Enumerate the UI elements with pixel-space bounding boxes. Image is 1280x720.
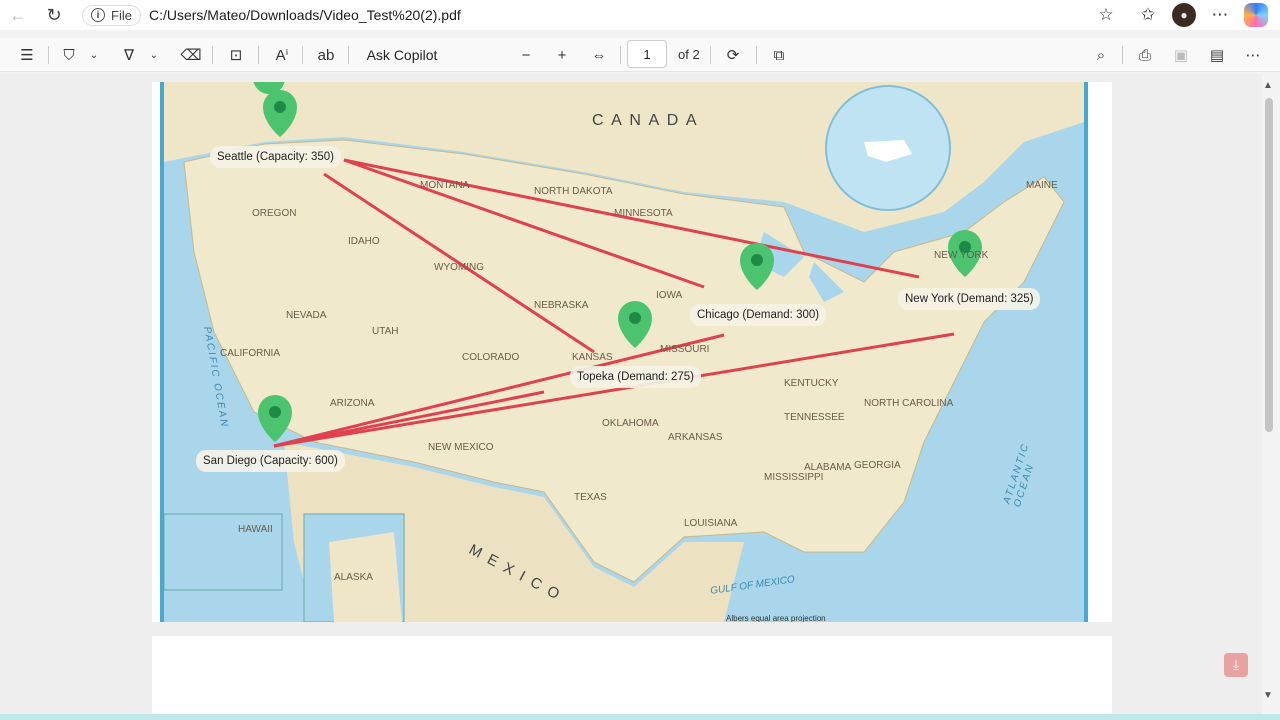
save-icon[interactable]: ▣ — [1168, 43, 1194, 67]
region-label: OREGON — [252, 208, 297, 219]
draw-icon[interactable]: ∇ — [116, 43, 142, 67]
highlight-icon[interactable]: ⛉ — [56, 43, 82, 67]
file-chip-label: File — [111, 7, 132, 23]
region-label: NEVADA — [286, 310, 327, 321]
region-label: NORTH CAROLINA — [864, 398, 954, 409]
region-label: NEW MEXICO — [428, 442, 494, 453]
us-map: C A N A D A M E X I C O NORTH DAKOTA MIN… — [160, 82, 1088, 622]
divider — [212, 46, 213, 64]
address-text[interactable]: C:/Users/Mateo/Downloads/Video_Test%20(2… — [149, 7, 461, 23]
san-diego-pin — [258, 395, 292, 442]
favorites-list-icon[interactable]: ✩ — [1134, 3, 1162, 27]
region-label: ARKANSAS — [668, 432, 723, 443]
region-label: ALABAMA — [804, 462, 852, 473]
region-label: WYOMING — [434, 262, 484, 273]
region-label: IDAHO — [348, 236, 380, 247]
region-label: HAWAII — [238, 524, 273, 535]
save-as-icon[interactable]: ▤ — [1204, 43, 1230, 67]
search-icon[interactable]: ⌕ — [1088, 43, 1114, 67]
rotate-icon[interactable]: ⟳ — [720, 43, 746, 67]
region-label: ALASKA — [334, 572, 373, 583]
chevron-down-icon[interactable]: ⌄ — [146, 43, 162, 67]
page-number-input[interactable]: 1 — [627, 40, 667, 68]
divider — [258, 46, 259, 64]
ask-copilot-button[interactable]: Ask Copilot — [362, 43, 442, 67]
zoom-out-icon[interactable]: − — [514, 43, 538, 67]
divider — [1122, 46, 1123, 64]
more-menu-icon[interactable]: ⋯ — [1206, 3, 1234, 27]
region-label: MISSOURI — [660, 344, 710, 355]
region-label: NEW YORK — [934, 250, 989, 261]
zoom-in-icon[interactable]: + — [550, 43, 574, 67]
region-label: MISSISSIPPI — [764, 472, 824, 483]
divider — [48, 46, 49, 64]
divider — [620, 46, 621, 64]
region-label: CALIFORNIA — [220, 348, 281, 359]
browser-titlebar: ← ↻ i File C:/Users/Mateo/Downloads/Vide… — [0, 0, 1280, 30]
region-label: MONTANA — [420, 180, 470, 191]
fit-width-icon[interactable]: ⇔ — [586, 43, 612, 67]
scroll-down-icon[interactable]: ▼ — [1263, 690, 1273, 701]
pin-center — [751, 254, 763, 266]
pin-center — [269, 406, 281, 418]
location-label-new-york: New York (Demand: 325) — [898, 288, 1041, 310]
profile-avatar[interactable]: ● — [1172, 3, 1196, 27]
contents-icon[interactable]: ☰ — [14, 43, 40, 67]
refresh-icon[interactable]: ↻ — [36, 0, 72, 30]
scrollbar-thumb[interactable] — [1265, 98, 1273, 432]
region-label: TENNESSEE — [784, 412, 845, 423]
region-label: COLORADO — [462, 352, 520, 363]
info-icon: i — [91, 8, 105, 22]
toolbar-more-icon[interactable]: ⋯ — [1240, 43, 1266, 67]
file-chip[interactable]: i File — [82, 4, 141, 26]
pdf-viewer[interactable]: C A N A D A M E X I C O NORTH DAKOTA MIN… — [0, 74, 1262, 716]
region-label: OKLAHOMA — [602, 418, 659, 429]
pdf-page-1: C A N A D A M E X I C O NORTH DAKOTA MIN… — [152, 82, 1112, 622]
address-bar[interactable]: i File C:/Users/Mateo/Downloads/Video_Te… — [82, 2, 1128, 28]
location-label-topeka: Topeka (Demand: 275) — [570, 366, 701, 388]
chevron-down-icon[interactable]: ⌄ — [86, 43, 102, 67]
region-label: NORTH DAKOTA — [534, 186, 613, 197]
divider — [348, 46, 349, 64]
translate-icon[interactable]: ab — [312, 43, 340, 67]
projection-note: Albers equal area projection — [726, 614, 826, 622]
region-label: GEORGIA — [854, 460, 901, 471]
region-label: TEXAS — [574, 492, 607, 503]
region-label: ARIZONA — [330, 398, 375, 409]
pin-center — [629, 312, 641, 324]
favorite-star-icon[interactable]: ☆ — [1092, 3, 1120, 27]
copilot-icon[interactable] — [1244, 3, 1268, 27]
region-label: IOWA — [656, 290, 683, 301]
page-view-icon[interactable]: ⧉ — [766, 43, 792, 67]
pin-center — [274, 101, 286, 113]
region-label: MINNESOTA — [614, 208, 673, 219]
region-label: LOUISIANA — [684, 518, 738, 529]
print-icon[interactable]: ⎙ — [1132, 43, 1158, 67]
region-label: MAINE — [1026, 180, 1058, 191]
country-label-canada: C A N A D A — [592, 112, 699, 129]
back-icon[interactable]: ← — [0, 0, 36, 30]
region-label: NEBRASKA — [534, 300, 589, 311]
scroll-up-icon[interactable]: ▲ — [1263, 80, 1273, 91]
read-aloud-icon[interactable]: Aⁱ — [268, 43, 296, 67]
page-total: of 2 — [678, 47, 700, 62]
region-label: KANSAS — [572, 352, 613, 363]
pdf-page-2 — [152, 636, 1112, 716]
location-label-san-diego: San Diego (Capacity: 600) — [196, 450, 345, 472]
pdf-icon[interactable]: ⤓ — [1224, 653, 1248, 677]
eraser-icon[interactable]: ⌫ — [178, 43, 204, 67]
region-label: KENTUCKY — [784, 378, 839, 389]
taskbar-strip — [0, 714, 1280, 720]
location-label-seattle: Seattle (Capacity: 350) — [210, 146, 341, 168]
location-label-chicago: Chicago (Demand: 300) — [690, 304, 827, 326]
ask-copilot-label: Ask Copilot — [366, 47, 438, 63]
divider — [710, 46, 711, 64]
divider — [756, 46, 757, 64]
region-label: UTAH — [372, 326, 399, 337]
divider — [302, 46, 303, 64]
text-box-icon[interactable]: ⊡ — [222, 43, 250, 67]
